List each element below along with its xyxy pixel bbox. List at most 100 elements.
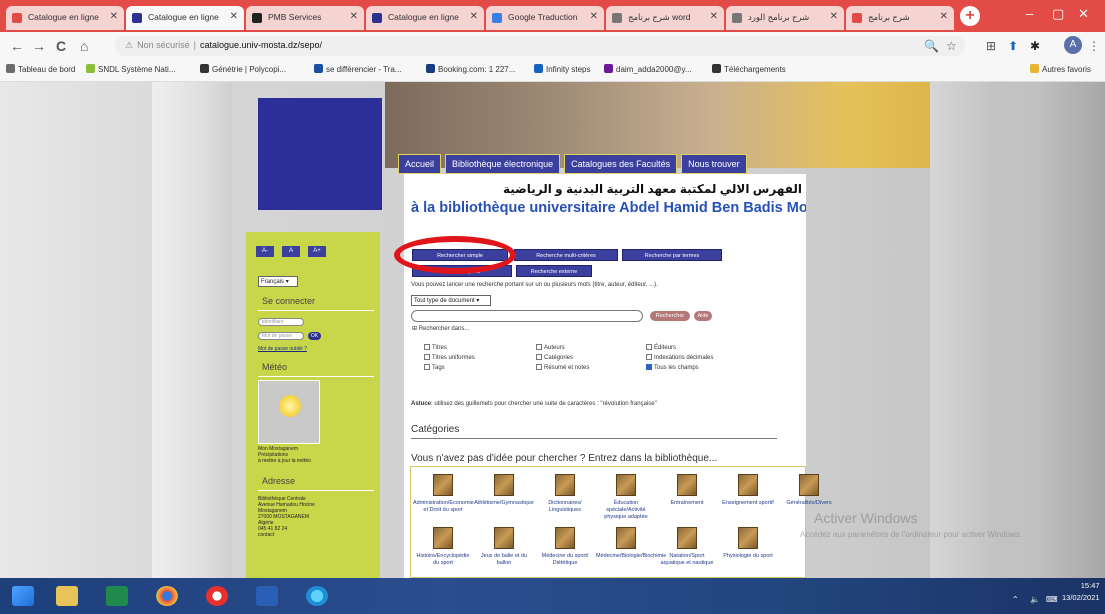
word-icon[interactable] <box>256 586 278 606</box>
search-icon[interactable]: 🔍 <box>924 39 939 53</box>
close-icon[interactable]: ✕ <box>830 11 838 22</box>
checkbox-tags[interactable]: Tags <box>424 364 445 371</box>
category-item[interactable]: Histoire/Encyclopédie du sport <box>413 527 473 567</box>
close-icon[interactable]: ✕ <box>940 11 948 22</box>
checkbox-box[interactable] <box>424 344 430 350</box>
browser-tab[interactable]: Catalogue en ligne ✕ <box>6 6 124 30</box>
opera-icon[interactable] <box>206 586 228 606</box>
volume-icon[interactable]: 🔈 <box>1030 595 1040 604</box>
browser-tab[interactable]: Catalogue en ligne ✕ <box>366 6 484 30</box>
minimize-button[interactable]: – <box>1026 6 1033 21</box>
system-clock[interactable]: 15:47 13/02/2021 <box>1062 580 1100 604</box>
close-icon[interactable]: ✕ <box>350 11 358 22</box>
category-item[interactable]: Physiologie du sport <box>718 527 778 560</box>
browser-tab[interactable]: شرح برنامج word ✕ <box>606 6 724 30</box>
tab-recherche-externe[interactable]: Recherche externe <box>516 265 592 277</box>
category-item[interactable]: Athlétisme/Gymnastique <box>474 474 534 507</box>
login-ok-button[interactable]: OK <box>308 332 321 340</box>
profile-avatar[interactable]: A <box>1064 36 1082 54</box>
font-increase-button[interactable]: A+ <box>308 246 326 257</box>
outlook-icon[interactable] <box>106 586 128 606</box>
maximize-button[interactable]: ▢ <box>1052 6 1064 22</box>
close-icon[interactable]: ✕ <box>230 11 238 22</box>
close-icon[interactable]: ✕ <box>590 11 598 22</box>
checkbox-indexations[interactable]: Indexations décimales <box>646 354 713 361</box>
bookmark-item[interactable]: Tableau de bord <box>6 64 75 74</box>
checkbox-categories[interactable]: Catégories <box>536 354 573 361</box>
new-tab-button[interactable]: + <box>960 6 980 26</box>
checkbox-tous-champs[interactable]: Tous les champs <box>646 364 699 371</box>
checkbox-box[interactable] <box>536 344 542 350</box>
edge-icon[interactable] <box>306 586 328 606</box>
category-item[interactable]: Éducation spéciale/Activité physique ada… <box>596 474 656 521</box>
bookmark-item[interactable]: Booking.com: 1 227... <box>426 64 515 74</box>
checkbox-box[interactable] <box>536 364 542 370</box>
browser-tab-active[interactable]: Catalogue en ligne ✕ <box>126 6 244 30</box>
username-field[interactable]: identifiant <box>258 318 304 326</box>
checkbox-box[interactable] <box>424 364 430 370</box>
home-icon[interactable]: ⌂ <box>80 38 88 54</box>
nav-accueil[interactable]: Accueil <box>398 154 442 174</box>
checkbox-box-checked[interactable] <box>646 364 652 370</box>
reload-icon[interactable]: C <box>56 38 66 54</box>
network-icon[interactable]: ⌃ <box>1012 595 1019 604</box>
tab-recherche-multi-criteres[interactable]: Recherche multi-critères <box>514 249 618 261</box>
category-item[interactable]: Jeux de balle et du ballon <box>474 527 534 567</box>
windows-start-icon[interactable] <box>12 586 34 606</box>
other-bookmarks[interactable]: Autres favoris <box>1030 64 1091 74</box>
bookmark-item[interactable]: Téléchargements <box>712 64 786 74</box>
bookmark-item[interactable]: daim_adda2000@y... <box>604 64 692 74</box>
forward-arrow-icon[interactable]: → <box>32 38 46 54</box>
font-normal-button[interactable]: A <box>282 246 300 257</box>
browser-tab[interactable]: شرح برنامج الورد ✕ <box>726 6 844 30</box>
language-select[interactable]: Français ▾ <box>258 276 298 287</box>
help-button[interactable]: Aide <box>694 311 712 321</box>
category-item[interactable]: Médecine/Biologie/Biochimie <box>596 527 666 560</box>
puzzle-icon[interactable]: ✱ <box>1030 39 1040 53</box>
checkbox-auteurs[interactable]: Auteurs <box>536 344 565 351</box>
category-item[interactable]: Natation/Sport aquatique et nautique <box>657 527 717 567</box>
tab-recherche-par-termes[interactable]: Recherche par termes <box>622 249 722 261</box>
upload-extension-icon[interactable]: ⬆ <box>1008 39 1018 53</box>
menu-dots-icon[interactable]: ⋮ <box>1088 39 1100 53</box>
checkbox-box[interactable] <box>646 354 652 360</box>
close-window-button[interactable]: ✕ <box>1078 6 1089 22</box>
star-icon[interactable]: ☆ <box>946 39 957 53</box>
checkbox-box[interactable] <box>536 354 542 360</box>
back-arrow-icon[interactable]: ← <box>10 38 24 54</box>
document-type-select[interactable]: Tout type de document ▾ <box>411 295 491 306</box>
close-icon[interactable]: ✕ <box>710 11 718 22</box>
close-icon[interactable]: ✕ <box>470 11 478 22</box>
bookmark-item[interactable]: se différencier - Tra... <box>314 64 401 74</box>
forgot-password-link[interactable]: Mot de passe oublié ? <box>258 346 307 352</box>
category-item[interactable]: Entraînement <box>657 474 717 507</box>
file-explorer-icon[interactable] <box>56 586 78 606</box>
bookmark-item[interactable]: SNDL Système Nati... <box>86 64 176 74</box>
browser-tab[interactable]: Google Traduction ✕ <box>486 6 604 30</box>
extension-icon[interactable]: ⊞ <box>986 39 996 53</box>
search-input[interactable] <box>411 310 643 322</box>
checkbox-titres[interactable]: Titres <box>424 344 447 351</box>
chrome-icon[interactable] <box>156 586 178 606</box>
nav-catalogues-facultes[interactable]: Catalogues des Facultés <box>564 154 678 174</box>
plus-icon[interactable]: ⊞ <box>412 326 419 332</box>
category-item[interactable]: Médecine du sport/ Diététique <box>535 527 595 567</box>
browser-tab[interactable]: شرح برنامج ✕ <box>846 6 954 30</box>
category-item[interactable]: Administration/Economie et Droit du spor… <box>413 474 474 514</box>
nav-nous-trouver[interactable]: Nous trouver <box>681 154 747 174</box>
address-input[interactable]: ⚠ Non sécurisé | catalogue.univ-mosta.dz/se… <box>115 36 965 56</box>
close-icon[interactable]: ✕ <box>110 11 118 22</box>
checkbox-box[interactable] <box>424 354 430 360</box>
category-item[interactable]: Enseignement sportif <box>718 474 778 507</box>
font-decrease-button[interactable]: A- <box>256 246 274 257</box>
search-button[interactable]: Rechercher <box>650 311 690 321</box>
bookmark-item[interactable]: Génétrie | Polycopi... <box>200 64 286 74</box>
weather-widget[interactable] <box>258 380 320 444</box>
checkbox-editeurs[interactable]: Éditeurs <box>646 344 676 351</box>
site-logo[interactable] <box>258 98 382 210</box>
bookmark-item[interactable]: Infinity steps <box>534 64 590 74</box>
category-item[interactable]: Dictionnaires/ Linguistiques <box>535 474 595 514</box>
checkbox-titres-uniformes[interactable]: Titres uniformes <box>424 354 475 361</box>
category-item[interactable]: Généralités/Divers <box>779 474 839 507</box>
keyboard-icon[interactable]: ⌨ <box>1046 595 1058 604</box>
